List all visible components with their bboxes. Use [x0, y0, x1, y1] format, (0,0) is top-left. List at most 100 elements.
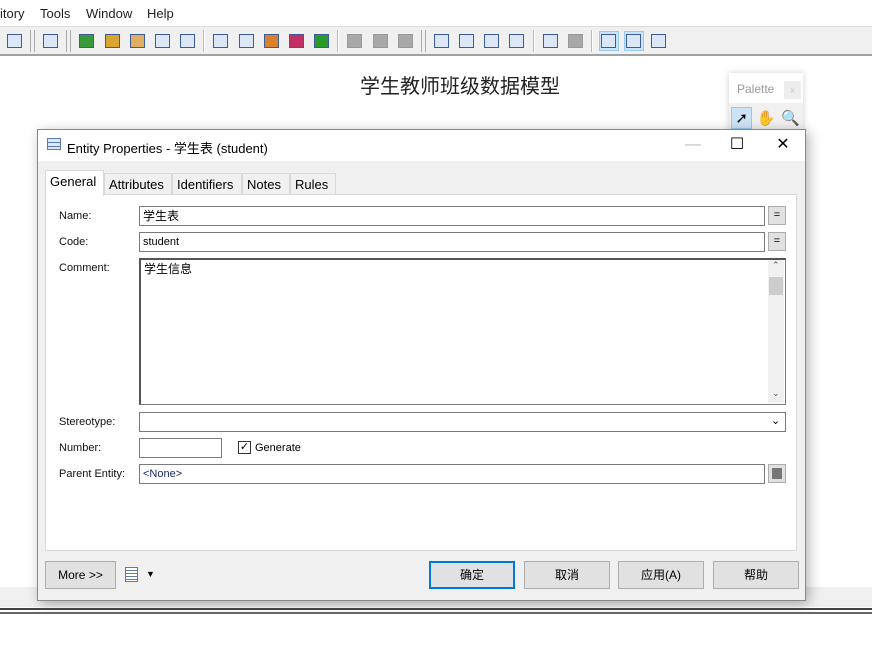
pointer-icon[interactable]: ➚	[731, 107, 753, 129]
comment-view-icon-glyph	[626, 33, 642, 48]
diagram-view-2-icon-glyph	[459, 33, 475, 48]
print-icon[interactable]	[125, 567, 138, 582]
stereotype-label: Stereotype:	[59, 416, 116, 428]
parent-entity-properties-button[interactable]	[768, 464, 786, 483]
comment-label: Comment:	[59, 262, 110, 274]
help-button[interactable]: 帮助	[713, 561, 799, 589]
preview-icon-glyph	[601, 33, 617, 48]
text-format-icon[interactable]	[236, 31, 256, 51]
parent-entity-input[interactable]: <None>	[139, 464, 765, 484]
refresh-icon-glyph	[155, 33, 171, 48]
name-input[interactable]: 学生表	[139, 206, 765, 226]
text-format-icon-glyph	[238, 33, 254, 48]
dropdown-arrow-icon[interactable]: ▼	[146, 569, 155, 579]
ok-button[interactable]: 确定	[429, 561, 515, 589]
menu-repository[interactable]: itory	[0, 6, 25, 21]
diagram-view-1-icon[interactable]	[431, 31, 451, 51]
palette-close-button[interactable]: x	[784, 81, 801, 99]
diagram-view-2-icon[interactable]	[457, 31, 477, 51]
toolbar-separator	[337, 29, 340, 52]
align-icon-glyph	[347, 33, 363, 48]
menu-bar: itory Tools Window Help	[0, 0, 872, 26]
reverse-engineer-icon-glyph	[542, 33, 558, 48]
scroll-down-icon[interactable]: ⌄	[772, 388, 780, 399]
toolbar-separator	[420, 29, 426, 52]
close-button[interactable]: ✕	[768, 135, 798, 155]
new-model-icon[interactable]	[77, 31, 97, 51]
paste-shortcut-icon[interactable]	[102, 31, 122, 51]
name-code-sync-button[interactable]: =	[768, 206, 786, 225]
menu-tools[interactable]: Tools	[40, 6, 70, 21]
apply-button[interactable]: 应用(A)	[618, 561, 704, 589]
code-name-sync-button[interactable]: =	[768, 232, 786, 251]
shadow-icon[interactable]	[211, 31, 231, 51]
two-pages-icon-glyph	[509, 33, 525, 48]
properties-icon[interactable]	[5, 31, 25, 51]
back-arrow-icon-glyph	[372, 33, 388, 48]
chevron-down-icon[interactable]: ⌄	[771, 414, 780, 427]
shadow-icon-glyph	[213, 33, 229, 48]
forward-arrow-icon-glyph	[397, 33, 413, 48]
preview-icon[interactable]	[598, 30, 619, 51]
tab-rules[interactable]: Rules	[290, 173, 336, 195]
title-bar: Entity Properties - 学生表 (student) — ☐ ✕	[38, 130, 805, 161]
help-book-icon-glyph	[43, 33, 59, 48]
font-icon-glyph	[314, 33, 330, 48]
back-arrow-icon[interactable]	[370, 31, 390, 51]
hand-icon[interactable]: ✋	[755, 107, 776, 129]
name-label: Name:	[59, 210, 92, 222]
properties-icon-glyph	[7, 33, 23, 48]
stereotype-select[interactable]	[139, 412, 786, 432]
toolbar	[0, 26, 872, 56]
zoom-in-icon[interactable]: 🔍	[780, 107, 801, 129]
forward-arrow-icon[interactable]	[395, 31, 415, 51]
splitter[interactable]	[0, 608, 872, 614]
two-pages-icon[interactable]	[507, 31, 527, 51]
comment-view-icon[interactable]	[623, 30, 644, 51]
check-model-icon-glyph	[180, 33, 196, 48]
scroll-thumb[interactable]	[769, 277, 783, 295]
comment-textarea[interactable]: 学生信息	[139, 258, 786, 405]
number-label: Number:	[59, 442, 102, 454]
comment-scrollbar[interactable]: ⌃ ⌄	[768, 260, 784, 403]
parent-entity-label: Parent Entity:	[59, 468, 126, 480]
generate-checkbox[interactable]: ✓	[238, 441, 251, 454]
page-icon-glyph	[484, 33, 500, 48]
paste-shortcut-icon-glyph	[104, 33, 120, 48]
palette-title: Palette	[737, 82, 775, 96]
tab-identifiers[interactable]: Identifiers	[172, 173, 242, 195]
find-objects-icon[interactable]	[127, 31, 147, 51]
minimize-button[interactable]: —	[678, 135, 708, 155]
find-objects-icon-glyph	[129, 33, 145, 48]
fill-color-icon[interactable]	[286, 31, 306, 51]
font-icon[interactable]	[312, 31, 332, 51]
toolbar-separator	[203, 29, 206, 52]
toolbar-separator	[532, 29, 535, 52]
diagram-view-1-icon-glyph	[433, 33, 449, 48]
list-view-icon-glyph	[651, 33, 667, 48]
tab-general[interactable]: General	[45, 170, 104, 196]
refresh-icon[interactable]	[153, 31, 173, 51]
reverse-engineer-icon[interactable]	[540, 31, 560, 51]
list-view-icon[interactable]	[649, 31, 669, 51]
page-icon[interactable]	[482, 31, 502, 51]
disabled-icon[interactable]	[565, 31, 585, 51]
check-model-icon[interactable]	[178, 31, 198, 51]
properties-icon	[772, 468, 782, 479]
tab-notes[interactable]: Notes	[242, 173, 290, 195]
menu-window[interactable]: Window	[86, 6, 132, 21]
pen-icon[interactable]	[261, 31, 281, 51]
maximize-button[interactable]: ☐	[722, 135, 752, 155]
scroll-up-icon[interactable]: ⌃	[772, 260, 780, 271]
code-input[interactable]: student	[139, 232, 765, 252]
help-book-icon[interactable]	[41, 31, 61, 51]
menu-help[interactable]: Help	[147, 6, 174, 21]
more-button[interactable]: More >>	[45, 561, 116, 589]
tab-attributes[interactable]: Attributes	[104, 173, 172, 195]
disabled-icon-glyph	[567, 33, 583, 48]
code-label: Code:	[59, 236, 89, 248]
cancel-button[interactable]: 取消	[524, 561, 610, 589]
dialog-title: Entity Properties - 学生表 (student)	[67, 141, 268, 156]
number-input[interactable]	[139, 438, 222, 458]
align-icon[interactable]	[345, 31, 365, 51]
